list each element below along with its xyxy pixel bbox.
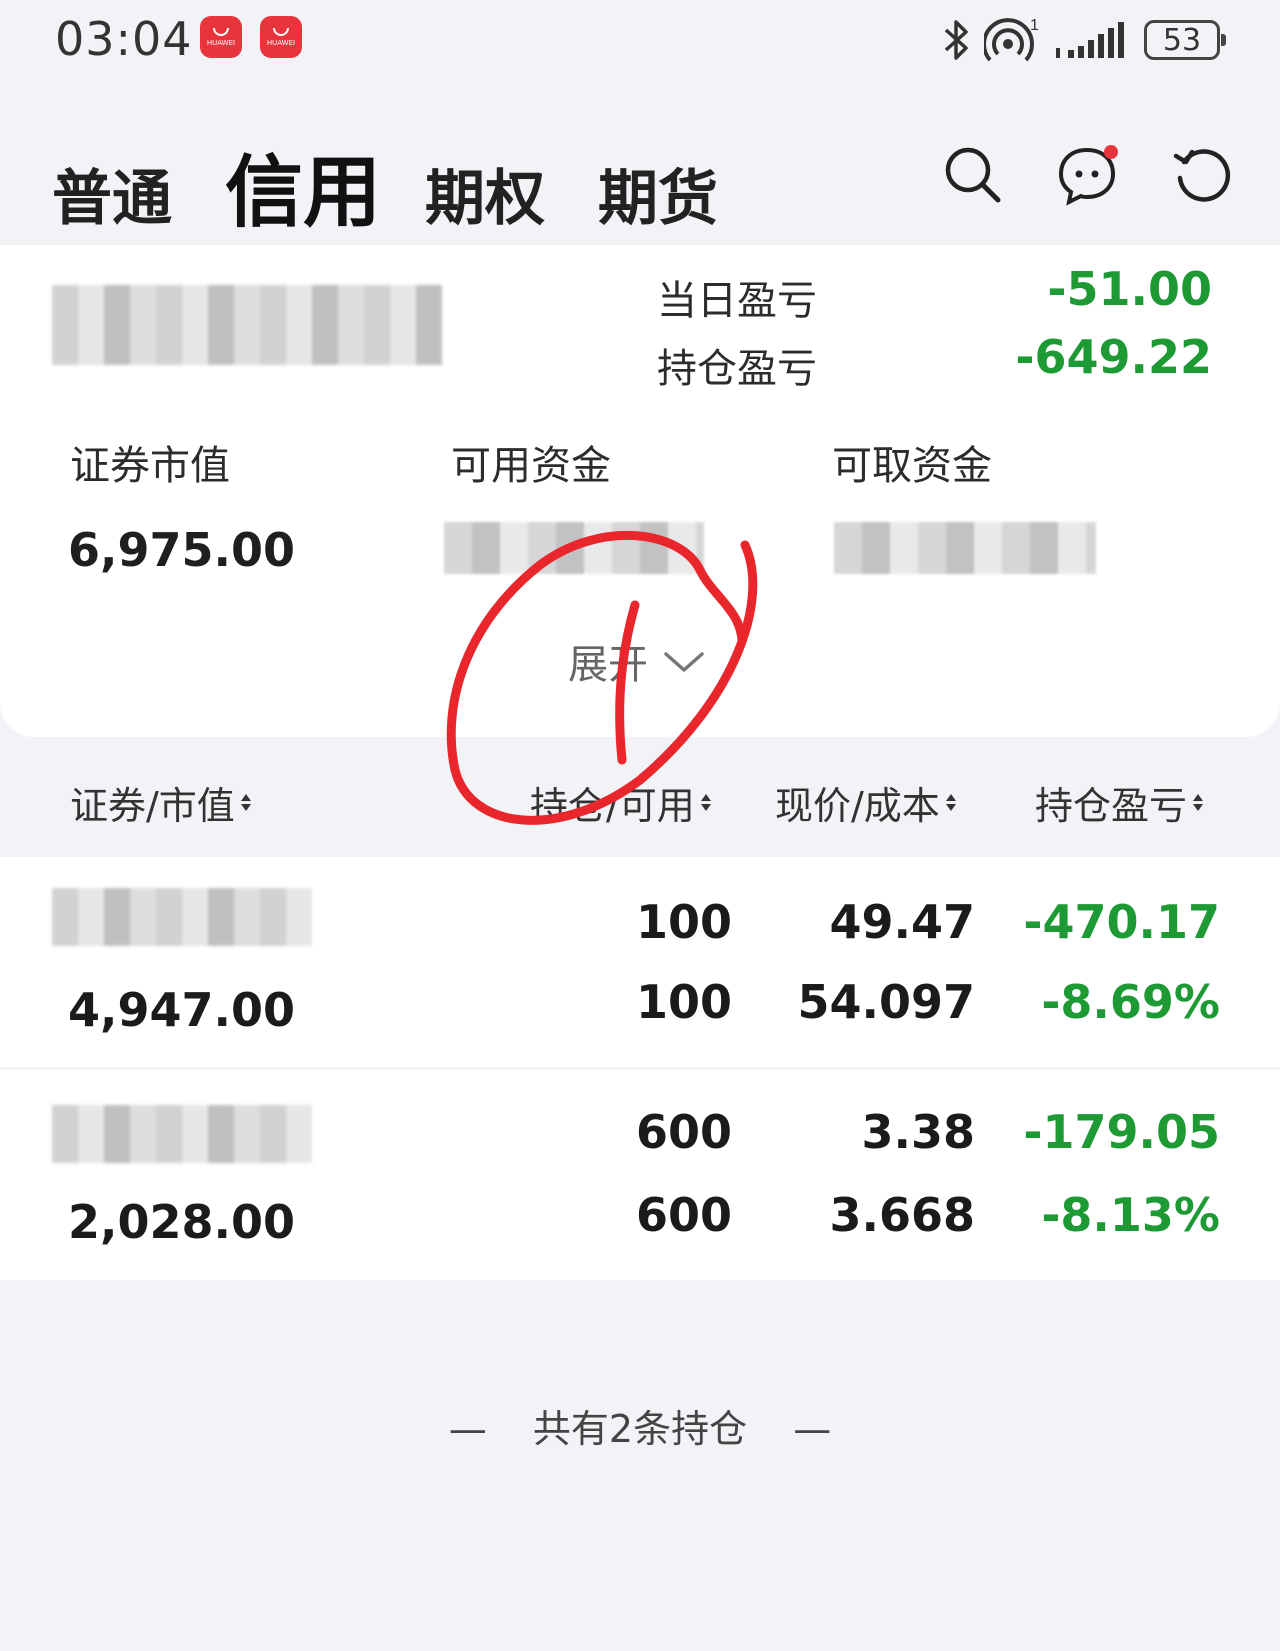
message-icon[interactable] [1055,142,1119,206]
security-name-redacted [52,888,312,946]
tab-options[interactable]: 期权 [425,150,545,237]
app-badge-label: HUAWEI [266,38,296,47]
search-icon[interactable] [940,142,1004,206]
row-available: 100 [635,975,732,1029]
huawei-appgallery-icon: HUAWEI [260,16,302,58]
row-position: 600 [635,1105,732,1159]
tab-credit[interactable]: 信用 [225,130,381,242]
bluetooth-icon [944,20,968,60]
header-security-value[interactable]: 证券/市值 [70,775,251,830]
sort-icon [240,794,251,811]
row-cost: 3.668 [829,1188,975,1242]
daily-pl-label: 当日盈亏 [657,278,817,324]
row-available: 600 [635,1188,732,1242]
footer-dash-left: — [448,1407,487,1451]
header-position-available[interactable]: 持仓/可用 [530,775,711,830]
sort-icon [700,794,711,811]
available-funds-redacted [444,522,704,574]
row-pl-pct: -8.69% [1041,975,1220,1029]
tab-futures[interactable]: 期货 [598,150,718,237]
hotspot-icon: 1 [984,17,1039,62]
daily-pl-value: -51.00 [1047,262,1212,316]
row-cost: 54.097 [797,975,975,1029]
status-time: 03:04 [55,12,193,66]
market-value-label: 证券市值 [70,443,230,489]
position-pl-label: 持仓盈亏 [657,346,817,392]
signal-icon [1056,22,1124,58]
status-icons: 1 53 [942,10,1226,70]
footer-dash-right: — [793,1407,832,1451]
app-badge-label: HUAWEI [206,38,236,47]
sort-icon [945,794,956,811]
withdrawable-funds-redacted [834,522,1096,574]
row-pl-pct: -8.13% [1041,1188,1220,1242]
header-price-cost[interactable]: 现价/成本 [775,775,956,830]
row-market-value: 2,028.00 [68,1195,295,1249]
huawei-appgallery-icon: HUAWEI [200,16,242,58]
account-name-redacted [52,285,442,365]
withdrawable-funds-label: 可取资金 [832,443,992,489]
row-pl: -179.05 [1023,1105,1220,1159]
market-value: 6,975.00 [68,523,295,577]
security-name-redacted [52,1105,312,1163]
row-price: 3.38 [861,1105,976,1159]
chevron-down-icon [664,652,704,672]
row-market-value: 4,947.00 [68,983,295,1037]
expand-button[interactable]: 展开 [568,632,706,690]
header-label: 证券/市值 [70,784,235,828]
header-label: 现价/成本 [775,784,940,828]
positions-count-text: 共有2条持仓 [532,1407,748,1451]
available-funds-label: 可用资金 [451,443,611,489]
position-pl-value: -649.22 [1015,330,1212,384]
row-pl: -470.17 [1023,895,1220,949]
row-price: 49.47 [829,895,975,949]
positions-count-footer: — 共有2条持仓 — [0,1398,1280,1453]
hotspot-count: 1 [1030,17,1039,34]
row-position: 100 [635,895,732,949]
header-label: 持仓盈亏 [1035,784,1188,828]
tab-normal[interactable]: 普通 [52,150,172,237]
refresh-icon[interactable] [1170,142,1234,206]
sort-icon [1193,794,1204,811]
header-label: 持仓/可用 [530,784,695,828]
header-position-pl[interactable]: 持仓盈亏 [1035,775,1204,830]
battery-indicator: 53 [1144,20,1226,60]
expand-label: 展开 [568,642,648,688]
